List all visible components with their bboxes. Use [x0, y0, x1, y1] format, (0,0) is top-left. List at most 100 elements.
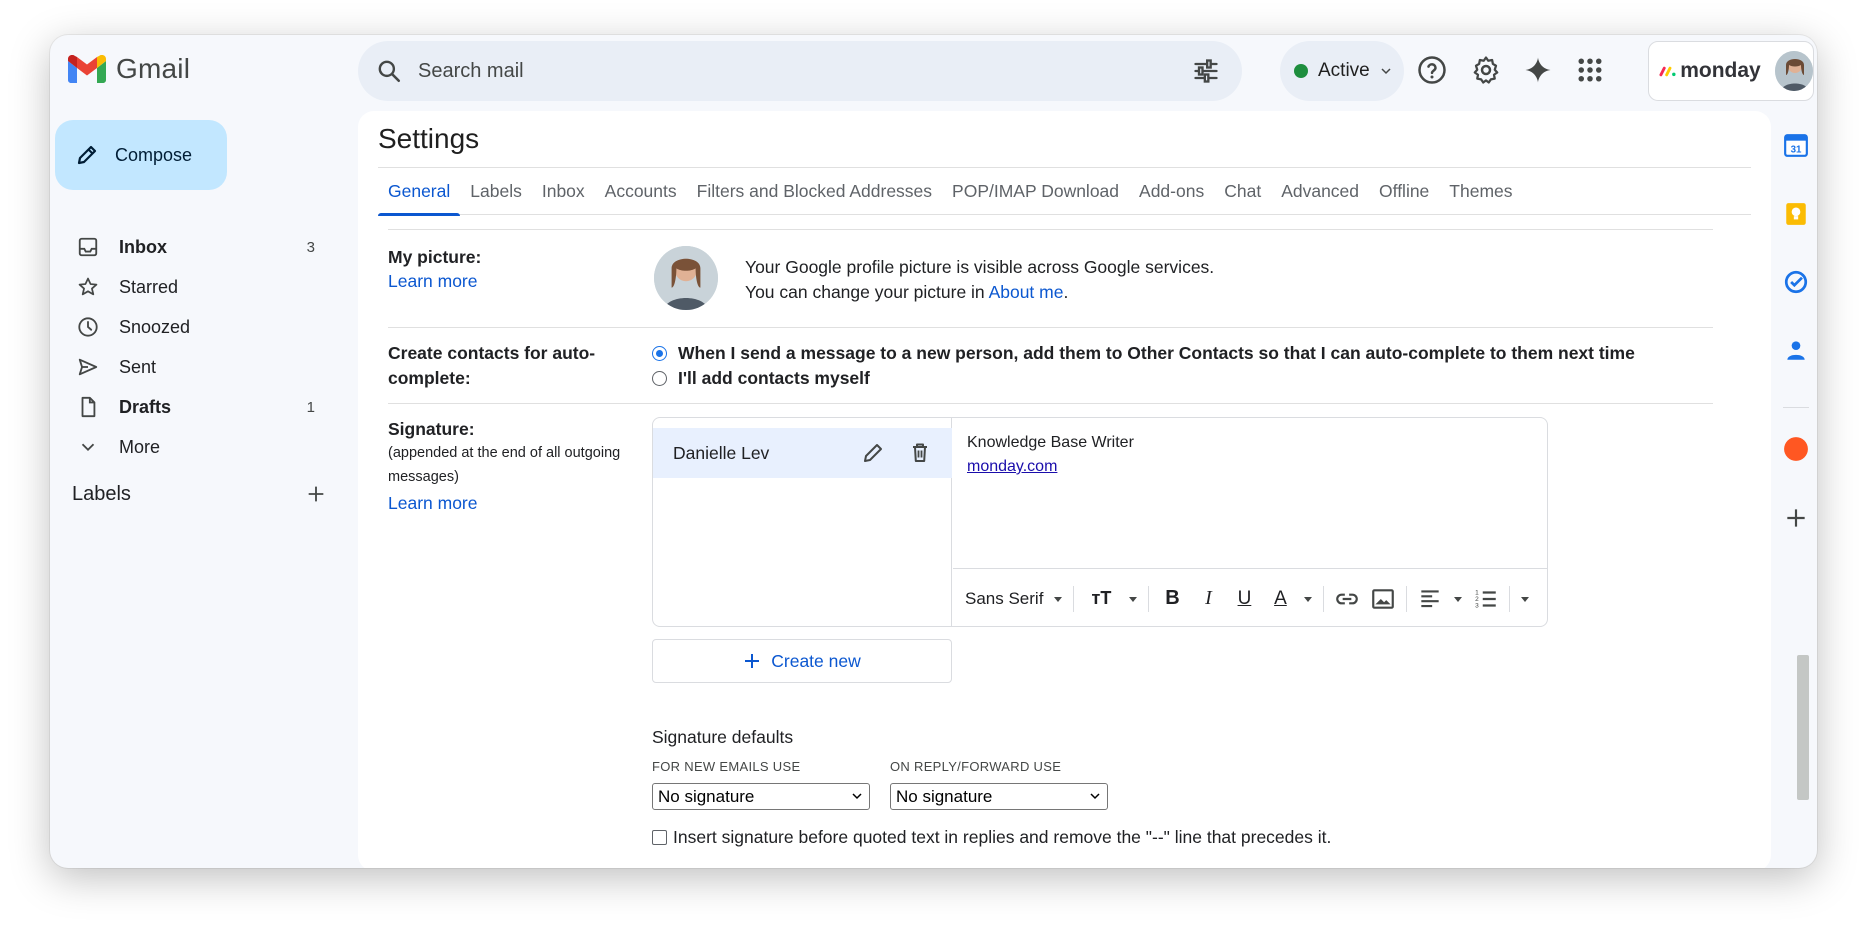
create-new-label: Create new [771, 650, 861, 671]
scrollbar[interactable] [1797, 655, 1809, 800]
apps-grid-icon[interactable] [1575, 55, 1605, 85]
tab-accounts[interactable]: Accounts [595, 167, 687, 215]
tab-labels[interactable]: Labels [460, 167, 532, 215]
auto-contacts-option-2[interactable]: I'll add contacts myself [652, 368, 870, 389]
about-me-link[interactable]: About me [989, 282, 1064, 302]
sidebar-item-drafts[interactable]: Drafts 1 [55, 387, 335, 427]
tab-general[interactable]: General [378, 167, 461, 216]
sidebar-item-label: Snoozed [119, 316, 191, 337]
tab-pop-imap[interactable]: POP/IMAP Download [942, 167, 1129, 215]
brand-name: monday [1680, 59, 1761, 82]
chevron-down-icon [81, 443, 95, 452]
sidebar-item-inbox[interactable]: Inbox 3 [55, 227, 335, 267]
signature-name: Danielle Lev [673, 442, 770, 463]
addon-icon[interactable] [1783, 436, 1809, 462]
underline-icon[interactable]: U [1231, 586, 1257, 612]
signature-list-item[interactable]: Danielle Lev [653, 428, 952, 478]
align-icon[interactable] [1417, 586, 1443, 612]
dropdown-arrow-icon[interactable] [1453, 594, 1463, 604]
signature-body-editor[interactable]: Knowledge Base Writer monday.com [953, 418, 1547, 568]
rightbar-divider [1783, 407, 1809, 408]
toolbar-separator [1073, 585, 1075, 612]
pencil-icon [77, 145, 97, 165]
insert-before-quoted-label: Insert signature before quoted text in r… [673, 827, 1332, 847]
gemini-sparkle-icon[interactable] [1523, 55, 1553, 85]
radio-selected[interactable] [652, 346, 667, 361]
status-selector[interactable]: Active [1280, 41, 1404, 101]
font-family-select[interactable]: Sans Serif [965, 589, 1043, 609]
text-color-icon[interactable]: A [1267, 586, 1293, 612]
new-emails-signature-value: No signature [658, 786, 755, 806]
auto-contacts-option-1[interactable]: When I send a message to a new person, a… [652, 343, 1635, 364]
tasks-icon[interactable] [1783, 269, 1809, 295]
search-options-icon[interactable] [1192, 57, 1220, 85]
compose-label: Compose [115, 144, 193, 165]
unread-count: 3 [306, 238, 315, 256]
settings-tabs: General Labels Inbox Accounts Filters an… [378, 167, 1751, 216]
signature-body-line1: Knowledge Base Writer [967, 434, 1134, 451]
numbered-list-icon[interactable]: 123 [1473, 586, 1499, 612]
sidebar-item-label: Sent [119, 356, 157, 377]
insert-before-quoted-checkbox[interactable] [652, 830, 667, 845]
new-emails-label: FOR NEW EMAILS USE [652, 759, 801, 774]
user-avatar[interactable] [1774, 51, 1813, 91]
insert-link-icon[interactable] [1334, 586, 1360, 612]
signature-editor: Danielle Lev Knowledge Base Writer monda… [652, 417, 1548, 627]
create-new-signature-button[interactable]: Create new [652, 639, 952, 683]
tab-inbox[interactable]: Inbox [532, 167, 595, 215]
search-bar[interactable]: Search mail [358, 41, 1242, 101]
bold-icon[interactable]: B [1159, 586, 1185, 612]
tab-chat[interactable]: Chat [1214, 167, 1271, 215]
get-addons-plus-icon[interactable] [1783, 505, 1809, 531]
add-label-icon[interactable] [305, 483, 327, 505]
sidebar-item-more[interactable]: More [55, 427, 335, 467]
tab-advanced[interactable]: Advanced [1271, 167, 1369, 215]
search-icon[interactable] [376, 58, 402, 84]
inbox-icon [78, 237, 98, 257]
signature-body-link[interactable]: monday.com [967, 458, 1533, 476]
tab-filters[interactable]: Filters and Blocked Addresses [687, 167, 942, 215]
delete-trash-icon[interactable] [908, 441, 932, 465]
tab-themes[interactable]: Themes [1439, 167, 1522, 215]
insert-image-icon[interactable] [1370, 586, 1396, 612]
my-picture-learn-more-link[interactable]: Learn more [388, 271, 478, 292]
my-picture-line2: You can change your picture in About me. [745, 282, 1068, 303]
tab-add-ons[interactable]: Add-ons [1129, 167, 1214, 215]
new-emails-signature-select[interactable]: No signature [652, 783, 870, 810]
toolbar-separator [1148, 585, 1150, 612]
sidebar-item-starred[interactable]: Starred [55, 267, 335, 307]
svg-text:3: 3 [1476, 602, 1480, 609]
tab-offline[interactable]: Offline [1369, 167, 1439, 215]
divider [388, 327, 1713, 328]
sidebar-item-label: Starred [119, 276, 179, 297]
toolbar-separator [1323, 585, 1325, 612]
more-formatting-icon[interactable] [1520, 594, 1530, 604]
dropdown-arrow-icon[interactable] [1128, 594, 1138, 604]
dropdown-arrow-icon[interactable] [1303, 594, 1313, 604]
sidebar-item-sent[interactable]: Sent [55, 347, 335, 387]
keep-icon[interactable] [1783, 201, 1809, 227]
italic-icon[interactable]: I [1195, 586, 1221, 612]
sidebar-item-snoozed[interactable]: Snoozed [55, 307, 335, 347]
gmail-logo[interactable]: Gmail [68, 53, 190, 85]
reply-forward-signature-select[interactable]: No signature [890, 783, 1108, 810]
help-icon[interactable] [1417, 55, 1447, 85]
svg-text:31: 31 [1791, 145, 1802, 156]
draft-icon [81, 396, 96, 418]
settings-gear-icon[interactable] [1471, 55, 1501, 85]
account-switcher[interactable]: monday [1648, 41, 1814, 101]
dropdown-arrow-icon[interactable] [1053, 594, 1063, 604]
chevron-down-icon [1090, 793, 1100, 800]
edit-pencil-icon[interactable] [861, 441, 885, 465]
text-size-icon[interactable]: ᴛT [1084, 586, 1118, 612]
radio-unselected[interactable] [652, 371, 667, 386]
chevron-down-icon [1381, 68, 1391, 75]
search-input[interactable]: Search mail [418, 60, 524, 83]
contacts-icon[interactable] [1783, 337, 1809, 363]
signature-desc-line2: messages) [388, 469, 459, 485]
signature-learn-more-link[interactable]: Learn more [388, 493, 478, 514]
calendar-icon[interactable]: 31 [1783, 132, 1809, 158]
insert-before-quoted-option[interactable]: Insert signature before quoted text in r… [652, 827, 1331, 848]
compose-button[interactable]: Compose [55, 120, 227, 190]
profile-picture[interactable] [654, 246, 718, 310]
